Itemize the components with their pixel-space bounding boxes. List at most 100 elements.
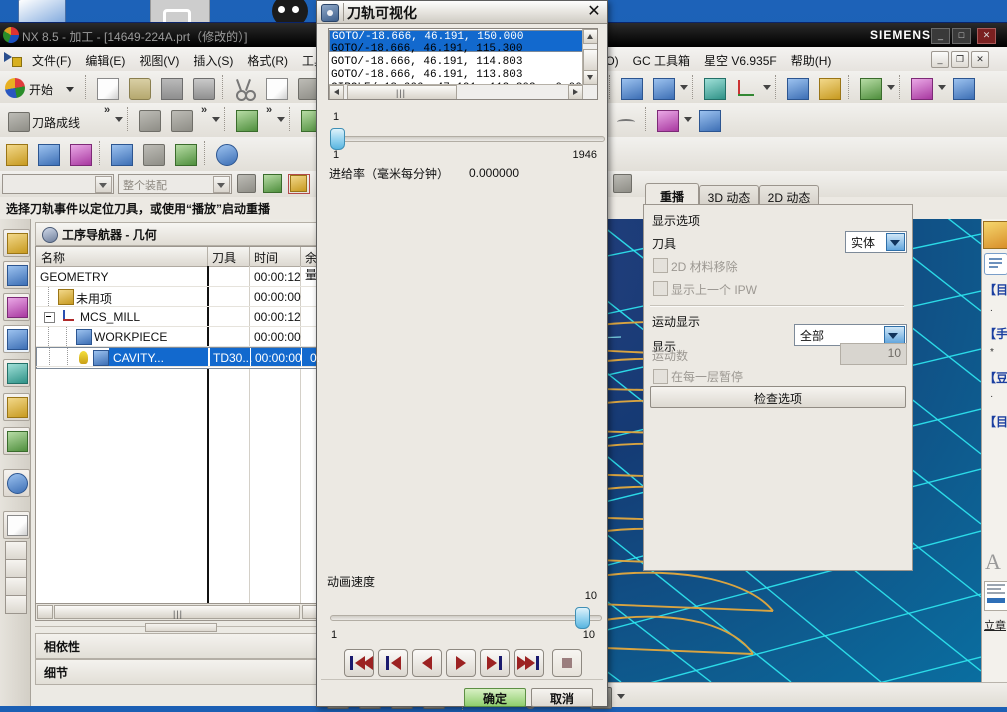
tree-expander[interactable]	[44, 312, 55, 323]
column-header-tool[interactable]: 刀具	[212, 249, 236, 266]
chevron-down-icon-motion[interactable]	[884, 326, 905, 344]
generate-toolpath-button[interactable]	[134, 105, 164, 135]
right-panel-item-1[interactable]: 【目	[984, 281, 1007, 298]
scroll-down-arrow-icon[interactable]	[583, 70, 597, 85]
table-row[interactable]: 未用项 00:00:00	[36, 287, 319, 306]
type-filter-combo[interactable]	[2, 174, 114, 194]
extrude-button[interactable]	[65, 139, 95, 169]
palette-button[interactable]	[814, 73, 844, 103]
resource-part-navigator[interactable]	[3, 261, 30, 289]
select-edges-button[interactable]	[262, 174, 282, 193]
right-panel-item-2[interactable]: 【手	[984, 325, 1007, 342]
checkbox-2d-material-removal[interactable]	[653, 258, 668, 273]
measure-button[interactable]	[948, 73, 978, 103]
toolbar-overflow-chevron-3[interactable]: »	[262, 105, 276, 133]
toolpath-generate-button[interactable]: 刀路成线	[1, 105, 99, 135]
analysis-dropdown[interactable]	[937, 73, 947, 101]
menu-item-help[interactable]: 帮助(H)	[784, 47, 839, 74]
document-restore-button[interactable]: ❐	[951, 51, 969, 68]
window-close-button[interactable]: ✕	[977, 28, 996, 44]
scroll-bottom-button[interactable]	[5, 595, 27, 614]
scroll-up-button[interactable]	[5, 559, 27, 578]
start-menu-button[interactable]: 开始	[1, 73, 81, 103]
tab-replay[interactable]: 重播	[645, 183, 699, 206]
resource-assembly-navigator[interactable]	[3, 229, 30, 257]
right-docked-panel[interactable]: 【目 . 【手 * 【豆 · 【目 A 立章	[981, 219, 1007, 682]
wcs-dropdown[interactable]	[762, 73, 772, 101]
step-back-block-button[interactable]	[378, 649, 408, 677]
resource-web-browser[interactable]	[3, 359, 30, 387]
resource-process-studio[interactable]	[3, 511, 30, 539]
document-minimize-button[interactable]: _	[931, 51, 949, 68]
tool-display-select[interactable]: 实体	[845, 231, 907, 253]
fast-forward-button[interactable]	[514, 649, 544, 677]
save-file-button[interactable]	[156, 73, 186, 103]
front-view-button[interactable]	[616, 73, 646, 103]
replay-dropdown[interactable]	[211, 105, 221, 133]
iso-view-button[interactable]	[648, 73, 678, 103]
list-item[interactable]: GOTO/-18.666, 46.191, 114.803	[331, 56, 581, 69]
play-reverse-button[interactable]	[412, 649, 442, 677]
menu-item-file[interactable]: 文件(F)	[25, 47, 78, 74]
table-row[interactable]: MCS_MILL 00:00:12	[36, 307, 319, 326]
new-file-button[interactable]	[92, 73, 122, 103]
right-panel-item-3[interactable]: 【豆	[984, 369, 1007, 386]
table-row[interactable]: GEOMETRY 00:00:12	[36, 267, 319, 286]
preview-thumbnail[interactable]	[983, 221, 1007, 249]
column-header-time[interactable]: 时间	[254, 249, 278, 266]
cancel-button[interactable]: 取消	[531, 688, 593, 707]
scroll-left-arrow-icon[interactable]	[37, 605, 53, 619]
resource-reuse-library[interactable]	[3, 293, 30, 321]
tab-2d-dynamic[interactable]: 2D 动态	[759, 185, 819, 206]
revolve-dropdown[interactable]	[616, 682, 626, 710]
resource-history[interactable]	[3, 393, 30, 421]
library-button[interactable]	[170, 139, 200, 169]
event-slider-track[interactable]	[335, 136, 605, 142]
analysis-button[interactable]	[906, 73, 936, 103]
cut-button[interactable]	[229, 73, 259, 103]
scroll-up-arrow-icon[interactable]	[583, 29, 597, 44]
mirror-button[interactable]	[33, 139, 63, 169]
snap-more-button[interactable]	[612, 174, 632, 193]
toolpath-event-list[interactable]: GOTO/-18.666, 46.191, 150.000 GOTO/-18.6…	[328, 28, 598, 100]
replay-toolpath-button[interactable]	[166, 105, 196, 135]
dialog-close-button[interactable]: ✕	[585, 3, 603, 21]
toolbar-overflow-chevron-2[interactable]: »	[197, 105, 211, 133]
dependencies-panel-header[interactable]: 相依性	[35, 633, 320, 659]
checkbox-pause-each-layer[interactable]	[653, 369, 668, 384]
horizontal-scroll-thumb-2[interactable]: |||	[347, 85, 457, 99]
tab-3d-dynamic[interactable]: 3D 动态	[699, 185, 759, 206]
right-panel-item-4[interactable]: 【目	[984, 413, 1007, 430]
table-row[interactable]: WORKPIECE 00:00:00	[36, 327, 319, 346]
event-slider-thumb[interactable]	[330, 128, 345, 150]
panel-splitter[interactable]	[35, 623, 318, 632]
menu-item-view[interactable]: 视图(V)	[132, 47, 186, 74]
datum-plane-button[interactable]	[138, 139, 168, 169]
section-button[interactable]	[652, 105, 682, 135]
list-item[interactable]: GOTO/-18.666, 46.191, 113.803	[331, 69, 581, 82]
animation-speed-thumb[interactable]	[575, 607, 590, 629]
list-horizontal-scrollbar[interactable]: |||	[329, 84, 583, 99]
column-header-name[interactable]: 名称	[41, 249, 65, 266]
scroll-right-arrow-icon-2[interactable]	[568, 85, 583, 99]
verify-toolpath-button[interactable]	[231, 105, 261, 135]
select-faces-button[interactable]	[236, 174, 256, 193]
tree-horizontal-scrollbar[interactable]: |||	[35, 603, 320, 621]
chat-bubble-icon[interactable]	[984, 253, 1007, 275]
print-button[interactable]	[188, 73, 218, 103]
snap-point-button[interactable]	[288, 174, 310, 194]
section-dropdown[interactable]	[683, 105, 693, 133]
shade-toggle-button[interactable]	[855, 73, 885, 103]
resource-roles[interactable]	[3, 427, 30, 455]
shade-dropdown[interactable]	[886, 73, 896, 101]
operation-tree[interactable]: 名称 刀具 时间 余量 GEOMETRY 00:00:12 未用项 00:00:…	[35, 246, 320, 604]
step-forward-block-button[interactable]	[480, 649, 510, 677]
wcs-button[interactable]	[731, 73, 761, 103]
sketch-button[interactable]	[106, 139, 136, 169]
menu-item-gc-toolbox[interactable]: GC 工具箱	[626, 47, 697, 74]
assembly-nav-button[interactable]	[1, 139, 31, 169]
verify-dropdown[interactable]	[276, 105, 286, 133]
scope-combo[interactable]: 整个装配	[118, 174, 232, 194]
document-close-button[interactable]: ✕	[971, 51, 989, 68]
toolpath-visualization-dialog[interactable]: 刀轨可视化 ✕ GOTO/-18.666, 46.191, 150.000 GO…	[316, 0, 913, 707]
